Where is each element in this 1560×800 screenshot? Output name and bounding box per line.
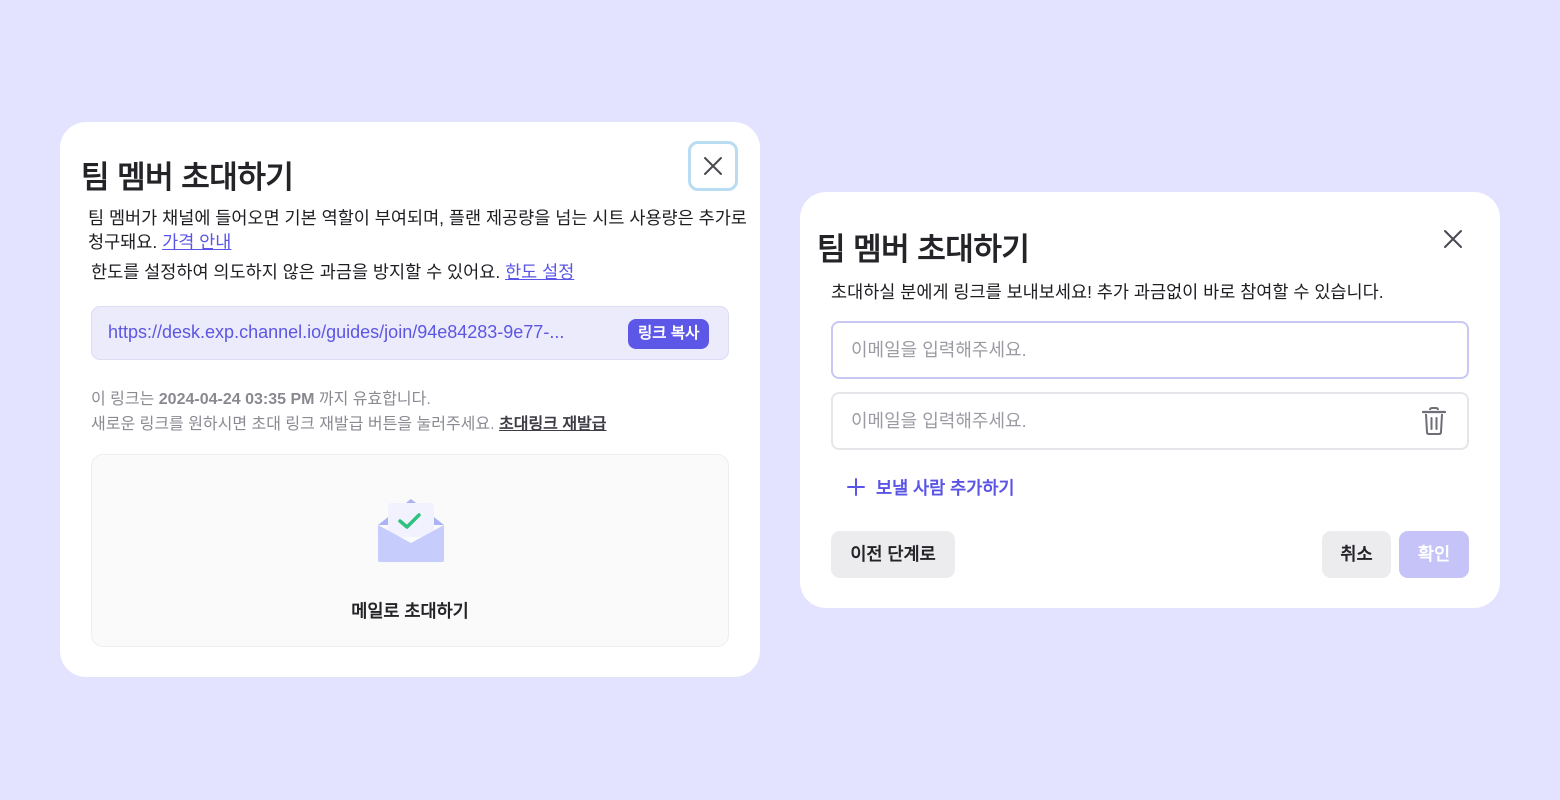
- confirm-button[interactable]: 확인: [1399, 531, 1469, 578]
- close-button[interactable]: [1436, 222, 1470, 256]
- reissue-note: 새로운 링크를 원하시면 초대 링크 재발급 버튼을 눌러주세요. 초대링크 재…: [91, 410, 607, 434]
- link-validity-note: 이 링크는 2024-04-24 03:35 PM 까지 유효합니다.: [91, 385, 431, 409]
- close-button[interactable]: [688, 141, 738, 191]
- limit-description: 한도를 설정하여 의도하지 않은 과금을 방지할 수 있어요. 한도 설정: [91, 260, 751, 284]
- close-icon: [1444, 230, 1462, 248]
- modal-description: 초대하실 분에게 링크를 보내보세요! 추가 과금없이 바로 참여할 수 있습니…: [831, 282, 1384, 302]
- envelope-check-icon: [378, 499, 444, 562]
- seat-billing-description: 팀 멤버가 채널에 들어오면 기본 역할이 부여되며, 플랜 제공량을 넘는 시…: [88, 206, 748, 254]
- pricing-guide-link[interactable]: 가격 안내: [162, 232, 231, 252]
- mail-invite-label: 메일로 초대하기: [351, 601, 469, 621]
- add-recipient-label: 보낼 사람 추가하기: [876, 477, 1015, 498]
- reissue-text: 새로운 링크를 원하시면 초대 링크 재발급 버튼을 눌러주세요.: [91, 416, 500, 433]
- trash-icon[interactable]: [1422, 407, 1446, 435]
- copy-link-button[interactable]: 링크 복사: [628, 319, 710, 349]
- add-recipient-button[interactable]: 보낼 사람 추가하기: [846, 475, 1015, 499]
- validity-prefix: 이 링크는: [91, 391, 159, 408]
- invite-link-modal: 팀 멤버 초대하기 팀 멤버가 채널에 들어오면 기본 역할이 부여되며, 플랜…: [60, 122, 760, 677]
- email-input-2[interactable]: [831, 392, 1469, 450]
- validity-date: 2024-04-24 03:35 PM: [158, 391, 315, 408]
- cancel-button[interactable]: 취소: [1322, 531, 1391, 578]
- invite-link-box: https://desk.exp.channel.io/guides/join/…: [91, 306, 729, 360]
- plus-icon: [847, 478, 865, 496]
- invite-url[interactable]: https://desk.exp.channel.io/guides/join/…: [108, 322, 618, 343]
- email-input-1[interactable]: [831, 321, 1469, 379]
- mail-invite-card[interactable]: 메일로 초대하기: [91, 454, 729, 647]
- email-invite-modal: 팀 멤버 초대하기 초대하실 분에게 링크를 보내보세요! 추가 과금없이 바로…: [800, 192, 1500, 608]
- modal-title: 팀 멤버 초대하기: [81, 160, 294, 195]
- limit-text: 한도를 설정하여 의도하지 않은 과금을 방지할 수 있어요.: [91, 262, 506, 282]
- reissue-link[interactable]: 초대링크 재발급: [499, 416, 607, 433]
- modal-title: 팀 멤버 초대하기: [817, 232, 1030, 267]
- limit-settings-link[interactable]: 한도 설정: [505, 262, 574, 282]
- validity-suffix: 까지 유효합니다.: [314, 391, 431, 408]
- previous-step-button[interactable]: 이전 단계로: [831, 531, 955, 578]
- close-icon: [704, 157, 722, 175]
